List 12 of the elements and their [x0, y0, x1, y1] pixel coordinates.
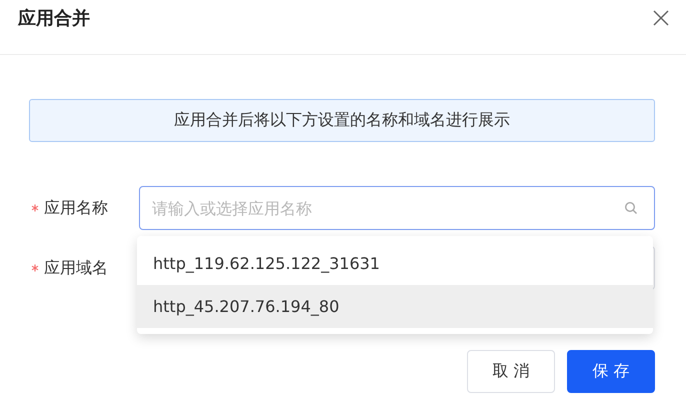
close-icon	[652, 9, 670, 27]
search-icon	[624, 201, 638, 215]
field-label: 应用域名	[44, 258, 108, 278]
save-button[interactable]: 保 存	[567, 350, 655, 393]
dialog-title: 应用合并	[18, 7, 90, 30]
field-label: 应用名称	[44, 198, 108, 218]
close-button[interactable]	[652, 9, 670, 27]
info-banner: 应用合并后将以下方设置的名称和域名进行展示	[29, 99, 655, 142]
dropdown-option[interactable]: http_119.62.125.122_31631	[137, 242, 653, 285]
input-field[interactable]: 请输入或选择应用名称	[139, 186, 655, 230]
dropdown-option[interactable]: http_45.207.76.194_80	[137, 285, 653, 328]
cancel-button[interactable]: 取 消	[467, 350, 555, 393]
